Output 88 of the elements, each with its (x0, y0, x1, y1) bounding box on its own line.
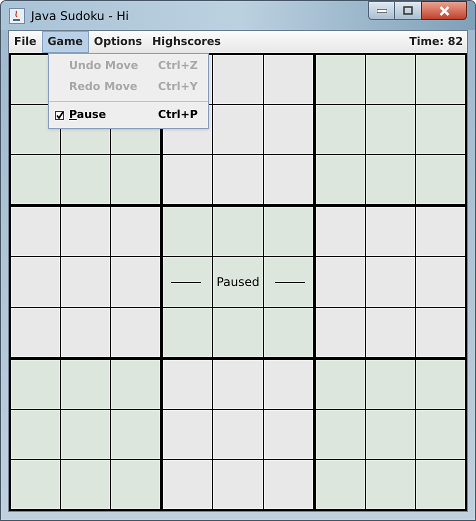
grid-cell[interactable] (316, 105, 365, 154)
grid-cell[interactable] (213, 308, 263, 357)
grid-cell[interactable] (316, 460, 365, 509)
grid-cell[interactable] (416, 105, 465, 154)
grid-cell[interactable] (61, 155, 110, 204)
grid-cell[interactable] (11, 460, 60, 509)
grid-cell[interactable] (163, 308, 212, 357)
grid-cell[interactable] (316, 257, 365, 307)
grid-cell[interactable] (416, 360, 465, 409)
grid-cell[interactable] (213, 410, 263, 459)
window-title: Java Sudoku - Hi (31, 8, 129, 24)
grid-cell[interactable] (416, 207, 465, 256)
grid-cell[interactable] (61, 207, 110, 256)
grid-cell[interactable] (111, 155, 160, 204)
grid-cell[interactable] (264, 105, 313, 154)
timer-label: Time: 82 (409, 34, 463, 50)
grid-cell[interactable] (264, 207, 313, 256)
close-icon (438, 6, 450, 16)
minimize-button[interactable] (368, 1, 395, 20)
grid-cell[interactable] (61, 308, 110, 357)
menu-bar-item[interactable]: File (9, 31, 42, 53)
grid-cell[interactable] (264, 308, 313, 357)
grid-cell[interactable] (163, 257, 212, 307)
grid-cell[interactable] (11, 360, 60, 409)
maximize-button[interactable] (395, 1, 421, 20)
grid-cell[interactable] (111, 360, 160, 409)
grid-cell[interactable] (61, 257, 110, 307)
menu-item[interactable]: Pause Ctrl+P (49, 105, 208, 126)
grid-cell[interactable] (111, 410, 160, 459)
grid-cell[interactable] (213, 460, 263, 509)
grid-cell[interactable] (111, 308, 160, 357)
grid-cell[interactable] (11, 155, 60, 204)
grid-cell[interactable] (111, 460, 160, 509)
grid-cell[interactable] (163, 207, 212, 256)
grid-cell[interactable] (213, 360, 263, 409)
grid-cell[interactable] (213, 55, 263, 104)
grid-cell[interactable] (366, 55, 415, 104)
menu-bar-item[interactable]: Highscores (147, 31, 226, 53)
paused-label: Paused (216, 274, 260, 291)
grid-cell[interactable] (61, 360, 110, 409)
grid-cell[interactable] (416, 55, 465, 104)
grid-cell[interactable] (111, 257, 160, 307)
grid-cell[interactable] (264, 410, 313, 459)
grid-cell[interactable] (213, 105, 263, 154)
grid-cell[interactable] (366, 460, 415, 509)
grid-cell[interactable] (416, 460, 465, 509)
grid-cell[interactable] (264, 55, 313, 104)
grid-cell[interactable] (264, 257, 313, 307)
grid-cell[interactable] (264, 460, 313, 509)
grid-cell[interactable] (11, 207, 60, 256)
grid-cell[interactable] (163, 360, 212, 409)
grid-cell[interactable] (416, 257, 465, 307)
grid-cell[interactable] (366, 360, 415, 409)
java-cup-icon (9, 8, 25, 24)
grid-cell[interactable] (264, 360, 313, 409)
grid-cell[interactable] (416, 155, 465, 204)
grid-cell[interactable] (213, 207, 263, 256)
grid-cell[interactable] (111, 207, 160, 256)
grid-cell[interactable] (61, 410, 110, 459)
grid-cell[interactable] (316, 155, 365, 204)
grid-cell[interactable] (366, 105, 415, 154)
minimize-icon (376, 8, 386, 12)
grid-cell[interactable] (11, 257, 60, 307)
maximize-icon (403, 6, 413, 15)
menu-bar-item[interactable]: Options (88, 31, 148, 53)
grid-cell[interactable] (163, 155, 212, 204)
grid-cell[interactable] (163, 410, 212, 459)
grid-cell[interactable] (11, 410, 60, 459)
grid-cell[interactable] (316, 207, 365, 256)
menu-bar-item[interactable]: Game (42, 31, 89, 53)
grid-cell[interactable] (61, 460, 110, 509)
grid-cell[interactable] (316, 308, 365, 357)
grid-cell[interactable] (366, 207, 415, 256)
grid-cell[interactable] (213, 257, 263, 307)
grid-cell[interactable] (366, 308, 415, 357)
grid-cell[interactable] (163, 460, 212, 509)
grid-cell[interactable] (416, 410, 465, 459)
grid-cell[interactable] (316, 360, 365, 409)
grid-cell[interactable] (264, 155, 313, 204)
close-button[interactable] (421, 1, 467, 20)
grid-cell[interactable] (213, 155, 263, 204)
grid-cell[interactable] (316, 410, 365, 459)
grid-cell[interactable] (11, 308, 60, 357)
grid-cell[interactable] (366, 155, 415, 204)
grid-cell[interactable] (366, 257, 415, 307)
grid-cell[interactable] (316, 55, 365, 104)
grid-cell[interactable] (416, 308, 465, 357)
grid-cell[interactable] (366, 410, 415, 459)
